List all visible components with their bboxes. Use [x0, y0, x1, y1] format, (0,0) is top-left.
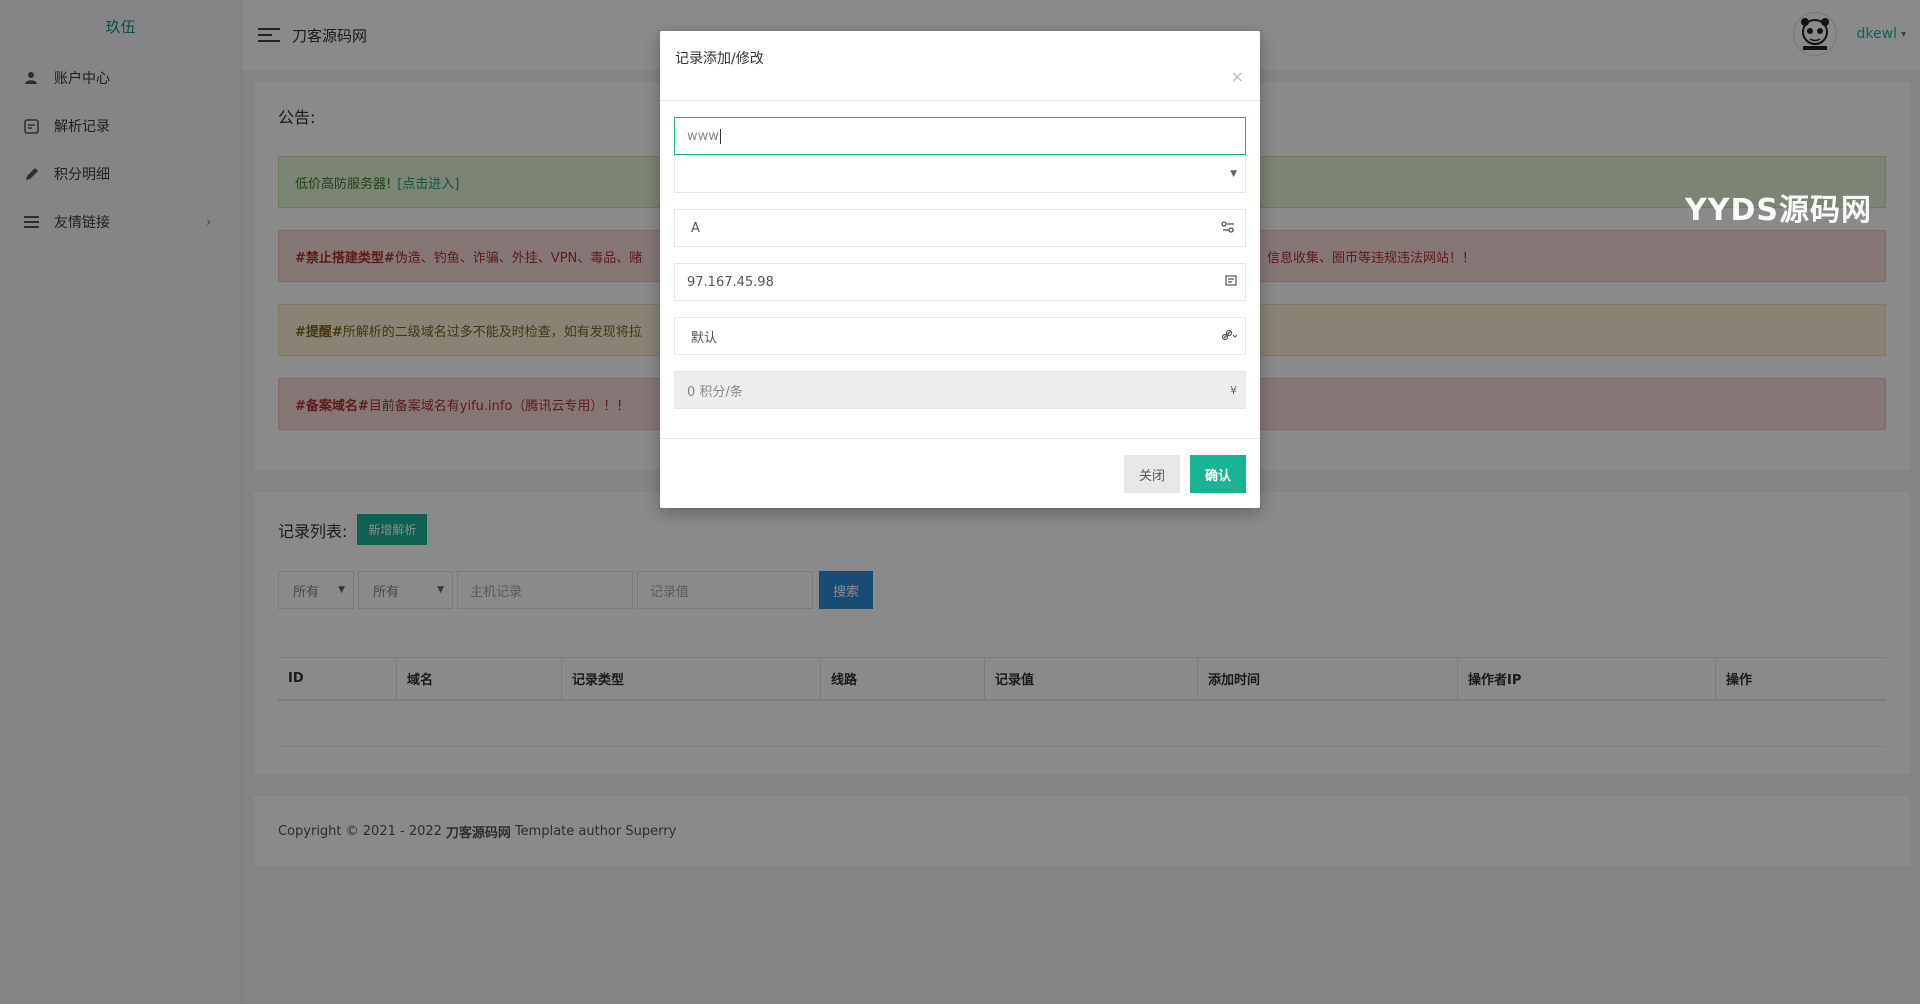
- value-icon: [1225, 274, 1237, 290]
- yen-icon: ¥: [1230, 383, 1237, 397]
- close-icon[interactable]: ×: [1231, 67, 1244, 86]
- cost-field: 0 积分/条 ¥: [674, 371, 1246, 409]
- link-icon: [1221, 329, 1238, 344]
- close-button[interactable]: 关闭: [1124, 455, 1180, 493]
- domain-select[interactable]: ▼: [674, 155, 1246, 193]
- modal-title: 记录添加/修改: [675, 51, 764, 67]
- record-type-select[interactable]: A: [674, 209, 1246, 247]
- type-icon: [1221, 220, 1237, 236]
- host-record-input[interactable]: www: [674, 117, 1246, 155]
- watermark: YYDS源码网: [1685, 193, 1872, 228]
- record-value-input[interactable]: 97.167.45.98: [674, 263, 1246, 301]
- record-edit-modal: 记录添加/修改 × www ▼ A 97.167.45.98 默认 0 积分/条…: [660, 31, 1260, 508]
- line-select[interactable]: 默认: [674, 317, 1246, 355]
- caret-down-icon: ▼: [1230, 168, 1237, 179]
- confirm-button[interactable]: 确认: [1190, 455, 1246, 493]
